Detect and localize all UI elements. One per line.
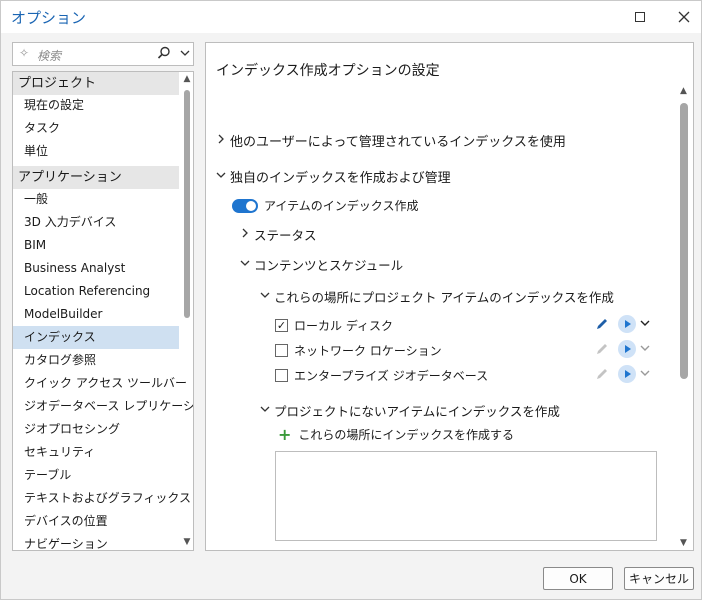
nav-item-indexing[interactable]: インデックス (13, 326, 179, 349)
section-others-label: 他のユーザーによって管理されているインデックスを使用 (230, 135, 566, 150)
nav-item-quick-access[interactable]: クイック アクセス ツールバー (13, 372, 187, 395)
options-dialog: オプション ✧ 検索 プロジェクト 現在の設定 タスク 単位 アプリケーション … (0, 0, 702, 600)
nav-scroll-thumb[interactable] (184, 90, 190, 318)
play-icon (625, 370, 631, 378)
nav-header-project: プロジェクト (13, 72, 179, 95)
section-own-label: 独自のインデックスを作成および管理 (230, 171, 451, 186)
search-input[interactable]: 検索 (37, 47, 61, 64)
chevron-down-icon[interactable] (640, 368, 650, 381)
pencil-icon[interactable] (594, 366, 610, 382)
content-schedule-label: コンテンツとスケジュール (254, 258, 404, 273)
nav-item-security[interactable]: セキュリティ (13, 441, 179, 464)
scroll-up-icon[interactable]: ▲ (183, 75, 191, 84)
nav-item-general[interactable]: 一般 (13, 188, 179, 211)
nav-item-navigation[interactable]: ナビゲーション (13, 533, 179, 550)
scroll-up-icon[interactable]: ▲ (680, 86, 687, 96)
nav-item-catalog-browse[interactable]: カタログ参照 (13, 349, 179, 372)
non-project-expander[interactable]: プロジェクトにないアイテムにインデックスを作成 (260, 401, 560, 420)
status-expander[interactable]: ステータス (240, 225, 317, 244)
nav-item-tasks[interactable]: タスク (13, 117, 179, 140)
nav-item-current-settings[interactable]: 現在の設定 (13, 94, 179, 117)
panel-title: インデックス作成オプションの設定 (216, 63, 440, 79)
nav-item-business-analyst[interactable]: Business Analyst (13, 257, 179, 280)
play-icon (625, 345, 631, 353)
cancel-button[interactable]: キャンセル (624, 567, 694, 590)
nav-item-units[interactable]: 単位 (13, 140, 179, 163)
search-box[interactable]: ✧ 検索 (12, 42, 194, 66)
close-button[interactable] (671, 5, 697, 29)
index-items-toggle-row: アイテムのインデックス作成 (232, 197, 418, 214)
search-icon[interactable] (157, 46, 171, 63)
chevron-down-icon (240, 258, 254, 271)
location-row: ネットワーク ロケーション (275, 342, 442, 359)
nav-item-bim[interactable]: BIM (13, 234, 179, 257)
nav-item-table[interactable]: テーブル (13, 464, 179, 487)
nav-scrollbar[interactable]: ▲ ▼ (180, 72, 193, 550)
play-icon (625, 320, 631, 328)
run-index-button[interactable] (618, 340, 636, 358)
nav-header-application: アプリケーション (13, 166, 179, 189)
location-checkbox[interactable] (275, 344, 288, 357)
add-location-label: これらの場所にインデックスを作成する (298, 428, 515, 442)
nav-item-text-graphics[interactable]: テキストおよびグラフィックス (13, 487, 191, 510)
section-own-indexes[interactable]: 独自のインデックスを作成および管理 (216, 167, 451, 186)
panel-scrollbar[interactable]: ▲ ▼ (677, 83, 691, 550)
location-label: ローカル ディスク (294, 319, 393, 333)
location-row: ✓ ローカル ディスク (275, 317, 393, 334)
location-actions (594, 365, 650, 383)
chevron-down-icon (216, 170, 230, 183)
nav-item-geoprocessing[interactable]: ジオプロセシング (13, 418, 179, 441)
status-label: ステータス (254, 228, 317, 243)
pencil-icon[interactable] (594, 341, 610, 357)
sparkle-icon: ✧ (19, 46, 30, 60)
nav-item-3d-input[interactable]: 3D 入力デバイス (13, 211, 179, 234)
category-list: プロジェクト 現在の設定 タスク 単位 アプリケーション 一般 3D 入力デバイ… (12, 71, 194, 551)
location-row: エンタープライズ ジオデータベース (275, 367, 488, 384)
location-checkbox[interactable]: ✓ (275, 319, 288, 332)
location-actions (594, 340, 650, 358)
chevron-down-icon[interactable] (640, 343, 650, 356)
location-label: ネットワーク ロケーション (294, 344, 442, 358)
pencil-icon[interactable] (594, 316, 610, 332)
location-checkbox[interactable] (275, 369, 288, 382)
plus-icon: + (278, 424, 292, 444)
chevron-down-icon[interactable] (179, 46, 191, 63)
nav-item-location-referencing[interactable]: Location Referencing (13, 280, 179, 303)
ok-button[interactable]: OK (543, 567, 613, 590)
index-items-toggle[interactable] (232, 198, 258, 213)
toggle-label: アイテムのインデックス作成 (264, 199, 419, 213)
location-list[interactable] (275, 451, 657, 541)
nav-item-modelbuilder[interactable]: ModelBuilder (13, 303, 179, 326)
title-bar: オプション (1, 1, 701, 33)
settings-panel: インデックス作成オプションの設定 他のユーザーによって管理されているインデックス… (205, 42, 694, 551)
maximize-icon (635, 12, 645, 22)
run-index-button[interactable] (618, 315, 636, 333)
scroll-down-icon[interactable]: ▼ (183, 538, 191, 547)
section-others-indexes[interactable]: 他のユーザーによって管理されているインデックスを使用 (216, 131, 566, 150)
project-locations-label: これらの場所にプロジェクト アイテムのインデックスを作成 (274, 290, 614, 305)
scroll-down-icon[interactable]: ▼ (680, 538, 687, 548)
toggle-knob (246, 200, 256, 211)
nav-item-gdb-replication[interactable]: ジオデータベース レプリケーション (13, 395, 193, 418)
panel-scroll-thumb[interactable] (680, 103, 688, 379)
chevron-down-icon[interactable] (640, 318, 650, 331)
non-project-label: プロジェクトにないアイテムにインデックスを作成 (274, 404, 560, 419)
location-actions (594, 315, 650, 333)
project-locations-expander[interactable]: これらの場所にプロジェクト アイテムのインデックスを作成 (260, 287, 614, 306)
close-icon (678, 11, 690, 23)
maximize-button[interactable] (627, 5, 653, 29)
chevron-down-icon (260, 290, 274, 303)
chevron-right-icon (216, 134, 230, 147)
window-title: オプション (11, 9, 87, 27)
run-index-button[interactable] (618, 365, 636, 383)
chevron-right-icon (240, 228, 254, 241)
content-schedule-expander[interactable]: コンテンツとスケジュール (240, 255, 403, 274)
location-label: エンタープライズ ジオデータベース (294, 369, 489, 383)
chevron-down-icon (260, 404, 274, 417)
nav-item-device-location[interactable]: デバイスの位置 (13, 510, 179, 533)
add-location-button[interactable]: + これらの場所にインデックスを作成する (278, 426, 514, 443)
